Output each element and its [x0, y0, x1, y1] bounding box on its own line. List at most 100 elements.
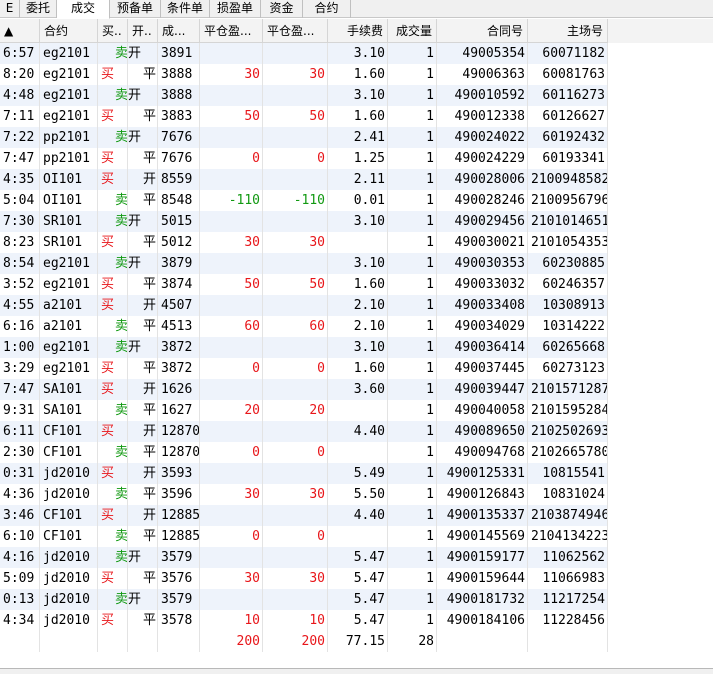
table-row[interactable]: 7:22 pp2101 卖开 7676 2.41 1 490024022 60192432: [0, 127, 608, 148]
cell-exchange-no: 10831024: [542, 487, 605, 502]
tab-partial[interactable]: E: [0, 0, 20, 18]
cell-close-pnl-a: [200, 337, 263, 358]
column-divider: [127, 43, 128, 652]
cell-close-pnl-a: 30: [244, 571, 260, 586]
cell-exchange-no: 10815541: [542, 466, 605, 481]
col-header-price[interactable]: 成...: [158, 19, 200, 43]
tab-conditional-orders[interactable]: 条件单: [161, 0, 210, 18]
table-row[interactable]: 4:16 jd2010 卖开 3579 5.47 1 4900159177 11062562: [0, 547, 608, 568]
table-row[interactable]: 4:55 a2101 买开 4507 2.10 1 490033408 10308913: [0, 295, 608, 316]
table-row[interactable]: 4:48 eg2101 卖开 3888 3.10 1 490010592 60116273: [0, 85, 608, 106]
column-divider: [327, 43, 328, 652]
cell-open-close: 开: [128, 550, 142, 565]
cell-contract: SR101: [43, 214, 83, 229]
cell-time: 9:31: [3, 403, 35, 418]
cell-volume: 1: [426, 67, 434, 82]
tab-trades[interactable]: 成交: [57, 0, 110, 19]
table-row[interactable]: 8:23 SR101 买平 5012 30 30 1 490030021 2101054353: [0, 232, 608, 253]
cell-contract: pp2101: [43, 151, 90, 166]
col-header-contract[interactable]: 合约: [40, 19, 98, 43]
cell-price: 5012: [161, 235, 193, 250]
table-row[interactable]: 2:30 CF101 卖平 12870 0 0 1 490094768 2102665780: [0, 442, 608, 463]
cell-close-pnl-a: [200, 43, 263, 64]
cell-close-pnl-b: 0: [317, 529, 325, 544]
table-row[interactable]: 8:54 eg2101 卖开 3879 3.10 1 490030353 60230885: [0, 253, 608, 274]
total-volume: 28: [418, 634, 434, 649]
table-row[interactable]: 3:29 eg2101 买平 3872 0 0 1.60 1 490037445 60273123: [0, 358, 608, 379]
cell-fee: 2.41: [353, 130, 385, 145]
cell-volume: 1: [426, 550, 434, 565]
cell-close-pnl-b: 30: [309, 487, 325, 502]
cell-fee: 2.10: [353, 319, 385, 334]
cell-price: 3883: [161, 109, 193, 124]
table-row[interactable]: 8:20 eg2101 买平 3888 30 30 1.60 1 49006363 6008176…: [0, 64, 608, 85]
col-header-time[interactable]: ▲: [0, 19, 40, 43]
horizontal-scrollbar[interactable]: [0, 669, 713, 674]
cell-volume: 1: [426, 340, 434, 355]
cell-contract: SA101: [43, 403, 83, 418]
table-row[interactable]: 3:46 CF101 买开 12885 4.40 1 4900135337 210387494…: [0, 505, 608, 526]
table-row[interactable]: 5:09 jd2010 买平 3576 30 30 5.47 1 4900159644 11066…: [0, 568, 608, 589]
cell-contract-no: 490024229: [454, 151, 525, 166]
table-row[interactable]: 7:30 SR101 卖开 5015 3.10 1 490029456 2101014651: [0, 211, 608, 232]
cell-contract-no: 490094768: [454, 445, 525, 460]
table-row[interactable]: 6:10 CF101 卖平 12885 0 0 1 4900145569 2104134223: [0, 526, 608, 547]
table-row[interactable]: 6:57 eg2101 卖开 3891 3.10 1 49005354 60071182: [0, 43, 608, 64]
table-row[interactable]: 7:11 eg2101 买平 3883 50 50 1.60 1 490012338 601266…: [0, 106, 608, 127]
table-row[interactable]: 4:36 jd2010 卖平 3596 30 30 5.50 1 4900126843 10831…: [0, 484, 608, 505]
cell-contract: eg2101: [43, 88, 90, 103]
table-row[interactable]: 7:47 pp2101 买平 7676 0 0 1.25 1 490024229 60193341: [0, 148, 608, 169]
cell-close-pnl-b: [263, 421, 328, 442]
cell-close-pnl-a: 0: [252, 361, 260, 376]
cell-close-pnl-b: [263, 379, 328, 400]
col-header-close-pnl-a[interactable]: 平仓盈...: [200, 19, 263, 43]
cell-fee: 5.47: [353, 613, 385, 628]
col-header-close-pnl-b[interactable]: 平仓盈...: [263, 19, 328, 43]
tab-stop-profit-orders[interactable]: 损盈单: [210, 0, 261, 18]
tab-orders[interactable]: 委托: [20, 0, 57, 18]
cell-price: 3578: [161, 613, 193, 628]
tab-prepared-orders[interactable]: 预备单: [110, 0, 161, 18]
cell-price: 1626: [161, 382, 193, 397]
cell-volume: 1: [426, 88, 434, 103]
cell-close-pnl-b: [263, 547, 328, 568]
table-row[interactable]: 6:11 CF101 买开 12870 4.40 1 490089650 2102502693: [0, 421, 608, 442]
cell-close-pnl-a: 30: [244, 67, 260, 82]
col-header-fee[interactable]: 手续费: [328, 19, 388, 43]
cell-contract: SA101: [43, 382, 83, 397]
tab-funds[interactable]: 资金: [261, 0, 303, 18]
cell-fee: 1.60: [353, 67, 385, 82]
cell-time: 5:04: [3, 193, 35, 208]
cell-price: 1627: [161, 403, 193, 418]
cell-contract-no: 4900125331: [446, 466, 525, 481]
column-divider: [39, 43, 40, 652]
cell-volume: 1: [426, 424, 434, 439]
table-row[interactable]: 0:31 jd2010 买开 3593 5.49 1 4900125331 10815541: [0, 463, 608, 484]
cell-exchange-no: 11228456: [542, 613, 605, 628]
table-row[interactable]: 4:34 jd2010 买平 3578 10 10 5.47 1 4900184106 11228…: [0, 610, 608, 631]
cell-close-pnl-a: 0: [252, 529, 260, 544]
col-header-buy-sell[interactable]: 买..: [98, 19, 128, 43]
cell-contract: jd2010: [43, 466, 90, 481]
cell-time: 6:57: [3, 46, 35, 61]
cell-exchange-no: 11062562: [542, 550, 605, 565]
table-row[interactable]: 9:31 SA101 卖平 1627 20 20 1 490040058 2101595284: [0, 400, 608, 421]
cell-contract: CF101: [43, 508, 83, 523]
col-header-volume[interactable]: 成交量: [388, 19, 437, 43]
table-row[interactable]: 5:04 OI101 卖平 8548 -110 -110 0.01 1 490028246 210…: [0, 190, 608, 211]
col-header-exchange-no[interactable]: 主场号: [528, 19, 608, 43]
table-row[interactable]: 7:47 SA101 买开 1626 3.60 1 490039447 2101571287: [0, 379, 608, 400]
col-header-contract-no[interactable]: 合同号: [437, 19, 528, 43]
table-row[interactable]: 1:00 eg2101 卖开 3872 3.10 1 490036414 60265668: [0, 337, 608, 358]
table-row[interactable]: 4:35 OI101 买开 8559 2.11 1 490028006 2100948582: [0, 169, 608, 190]
cell-fee: 2.10: [353, 298, 385, 313]
table-row[interactable]: 0:13 jd2010 卖开 3579 5.47 1 4900181732 11217254: [0, 589, 608, 610]
tab-contracts[interactable]: 合约: [303, 0, 351, 18]
cell-time: 8:23: [3, 235, 35, 250]
cell-fee: 1.25: [353, 151, 385, 166]
cell-time: 4:48: [3, 88, 35, 103]
col-header-open-close[interactable]: 开..: [128, 19, 158, 43]
table-row[interactable]: 3:52 eg2101 买平 3874 50 50 1.60 1 490033032 602463…: [0, 274, 608, 295]
cell-price: 3891: [161, 46, 193, 61]
table-row[interactable]: 6:16 a2101 卖平 4513 60 60 2.10 1 490034029 1031422…: [0, 316, 608, 337]
